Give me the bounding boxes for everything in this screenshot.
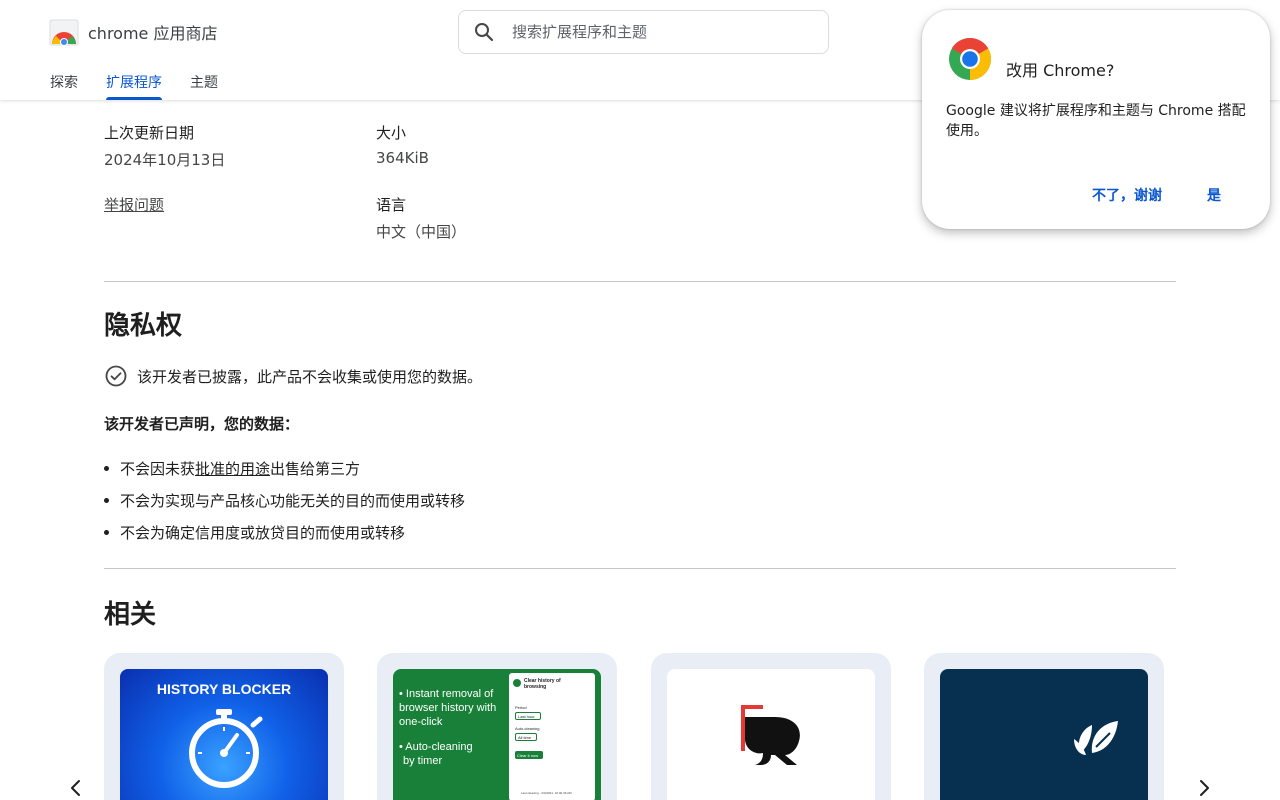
mini-period-label: Period bbox=[515, 705, 527, 710]
search-input[interactable] bbox=[512, 23, 802, 41]
card-2-line: browser history with bbox=[399, 702, 497, 714]
history-blocker-image: HISTORY BLOCKER bbox=[120, 669, 328, 800]
clear-history-image: • Instant removal of browser history wit… bbox=[393, 669, 601, 800]
mini-auto-value: All time bbox=[515, 733, 537, 741]
search-box[interactable] bbox=[458, 10, 829, 54]
bullet-3-text: 不会为确定信用度或放贷目的而使用或转移 bbox=[120, 523, 406, 542]
related-card-3[interactable] bbox=[651, 653, 891, 800]
privacy-disclosure-text: 该开发者已披露，此产品不会收集或使用您的数据。 bbox=[137, 367, 483, 386]
report-issue-link[interactable]: 举报问题 bbox=[104, 196, 164, 214]
mini-title: Clear history of browsing bbox=[524, 678, 561, 690]
bullet-1-prefix: 不会因未获 bbox=[120, 459, 196, 478]
mini-clear-button: Clear it now bbox=[515, 751, 543, 759]
chrome-web-store-logo-icon bbox=[49, 17, 79, 47]
decline-button[interactable]: 不了，谢谢 bbox=[1092, 185, 1162, 205]
list-item: 不会为实现与产品核心功能无关的目的而使用或转移 bbox=[104, 484, 465, 516]
language-value: 中文（中国） bbox=[376, 223, 467, 241]
black-spade-logo bbox=[667, 669, 875, 800]
language-block: 语言 中文（中国） bbox=[376, 194, 466, 242]
related-card-4[interactable] bbox=[924, 653, 1164, 800]
report-block: 举报问题 bbox=[104, 194, 164, 215]
approved-use-link[interactable]: 批准的用途 bbox=[195, 458, 270, 479]
store-brand[interactable]: chrome 应用商店 bbox=[49, 17, 217, 47]
mini-check-icon bbox=[513, 679, 521, 687]
size-value: 364KiB bbox=[376, 149, 429, 167]
tab-explore[interactable]: 探索 bbox=[50, 72, 78, 100]
switch-to-chrome-dialog: 改用 Chrome? Google 建议将扩展程序和主题与 Chrome 搭配使… bbox=[922, 10, 1270, 229]
dialog-body: Google 建议将扩展程序和主题与 Chrome 搭配使用。 bbox=[946, 103, 1246, 139]
mini-footer: Last cleaning - 2/4/2021, 10:40:46 AM bbox=[521, 791, 572, 795]
accept-button[interactable]: 是 bbox=[1207, 185, 1221, 205]
nav-tabs: 探索 扩展程序 主题 bbox=[50, 72, 246, 100]
chevron-left-icon[interactable] bbox=[64, 776, 88, 800]
privacy-disclosure: 该开发者已披露，此产品不会收集或使用您的数据。 bbox=[104, 364, 482, 388]
declared-heading: 该开发者已声明，您的数据： bbox=[104, 415, 300, 433]
card-2-line: • Auto-cleaning bbox=[399, 741, 473, 753]
stopwatch-icon bbox=[189, 709, 263, 788]
section-divider bbox=[104, 281, 1176, 282]
chrome-logo-icon bbox=[949, 37, 992, 81]
spade-logo-icon bbox=[741, 705, 800, 765]
size-label: 大小 bbox=[376, 124, 407, 142]
list-item: 不会为确定信用度或放贷目的而使用或转移 bbox=[104, 516, 465, 548]
updated-value: 2024年10月13日 bbox=[104, 151, 226, 169]
related-card-1[interactable]: HISTORY BLOCKER bbox=[104, 653, 344, 800]
check-circle-icon bbox=[105, 365, 127, 387]
card-2-line: • Instant removal of bbox=[399, 688, 494, 700]
bullet-1-suffix: 出售给第三方 bbox=[270, 459, 361, 478]
mini-popup-preview: Clear history of browsing Period Last ho… bbox=[509, 673, 595, 800]
language-label: 语言 bbox=[376, 196, 407, 214]
card-2-line: by timer bbox=[403, 755, 443, 767]
dialog-title: 改用 Chrome? bbox=[1006, 61, 1115, 80]
section-divider bbox=[104, 568, 1176, 569]
card-2-text: • Instant removal of browser history wit… bbox=[399, 687, 496, 768]
size-block: 大小 364KiB bbox=[376, 122, 429, 167]
privacy-heading: 隐私权 bbox=[104, 311, 183, 341]
updated-block: 上次更新日期 2024年10月13日 bbox=[104, 122, 225, 170]
related-card-2[interactable]: • Instant removal of browser history wit… bbox=[377, 653, 617, 800]
list-item: 不会因未获 批准的用途 出售给第三方 bbox=[104, 452, 465, 484]
white-leaf-logo bbox=[940, 669, 1148, 800]
leaf-logo-icon bbox=[1074, 721, 1118, 755]
tab-extensions[interactable]: 扩展程序 bbox=[106, 72, 162, 100]
search-icon[interactable] bbox=[472, 20, 496, 44]
updated-label: 上次更新日期 bbox=[104, 124, 195, 142]
related-heading: 相关 bbox=[104, 600, 157, 630]
chevron-right-icon[interactable] bbox=[1192, 776, 1216, 800]
card-2-line: one-click bbox=[399, 716, 443, 728]
mini-period-value: Last hour bbox=[515, 712, 541, 720]
bullet-2-text: 不会为实现与产品核心功能无关的目的而使用或转移 bbox=[120, 491, 466, 510]
privacy-bullets: 不会因未获 批准的用途 出售给第三方 不会为实现与产品核心功能无关的目的而使用或转移… bbox=[104, 452, 465, 548]
mini-auto-label: Auto-cleaning bbox=[515, 726, 540, 731]
store-name: chrome 应用商店 bbox=[88, 24, 218, 43]
tab-themes[interactable]: 主题 bbox=[190, 72, 218, 100]
